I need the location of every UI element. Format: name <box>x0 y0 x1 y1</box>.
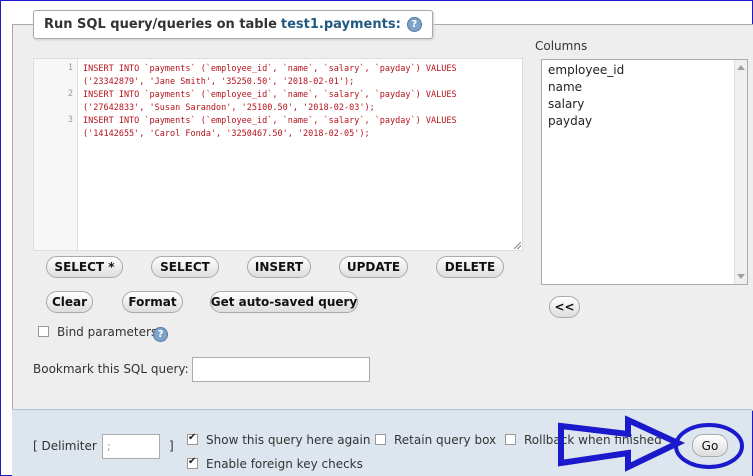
query-panel-title: Run SQL query/queries on table test1.pay… <box>33 10 433 39</box>
title-prefix: Run SQL query/queries on table <box>44 17 277 32</box>
annotation-arrow-icon <box>558 415 686 472</box>
table-name: test1.payments: <box>280 17 401 32</box>
annotation-overlay <box>558 415 744 472</box>
go-button[interactable]: Go <box>692 434 728 457</box>
help-icon[interactable]: ? <box>406 17 422 32</box>
